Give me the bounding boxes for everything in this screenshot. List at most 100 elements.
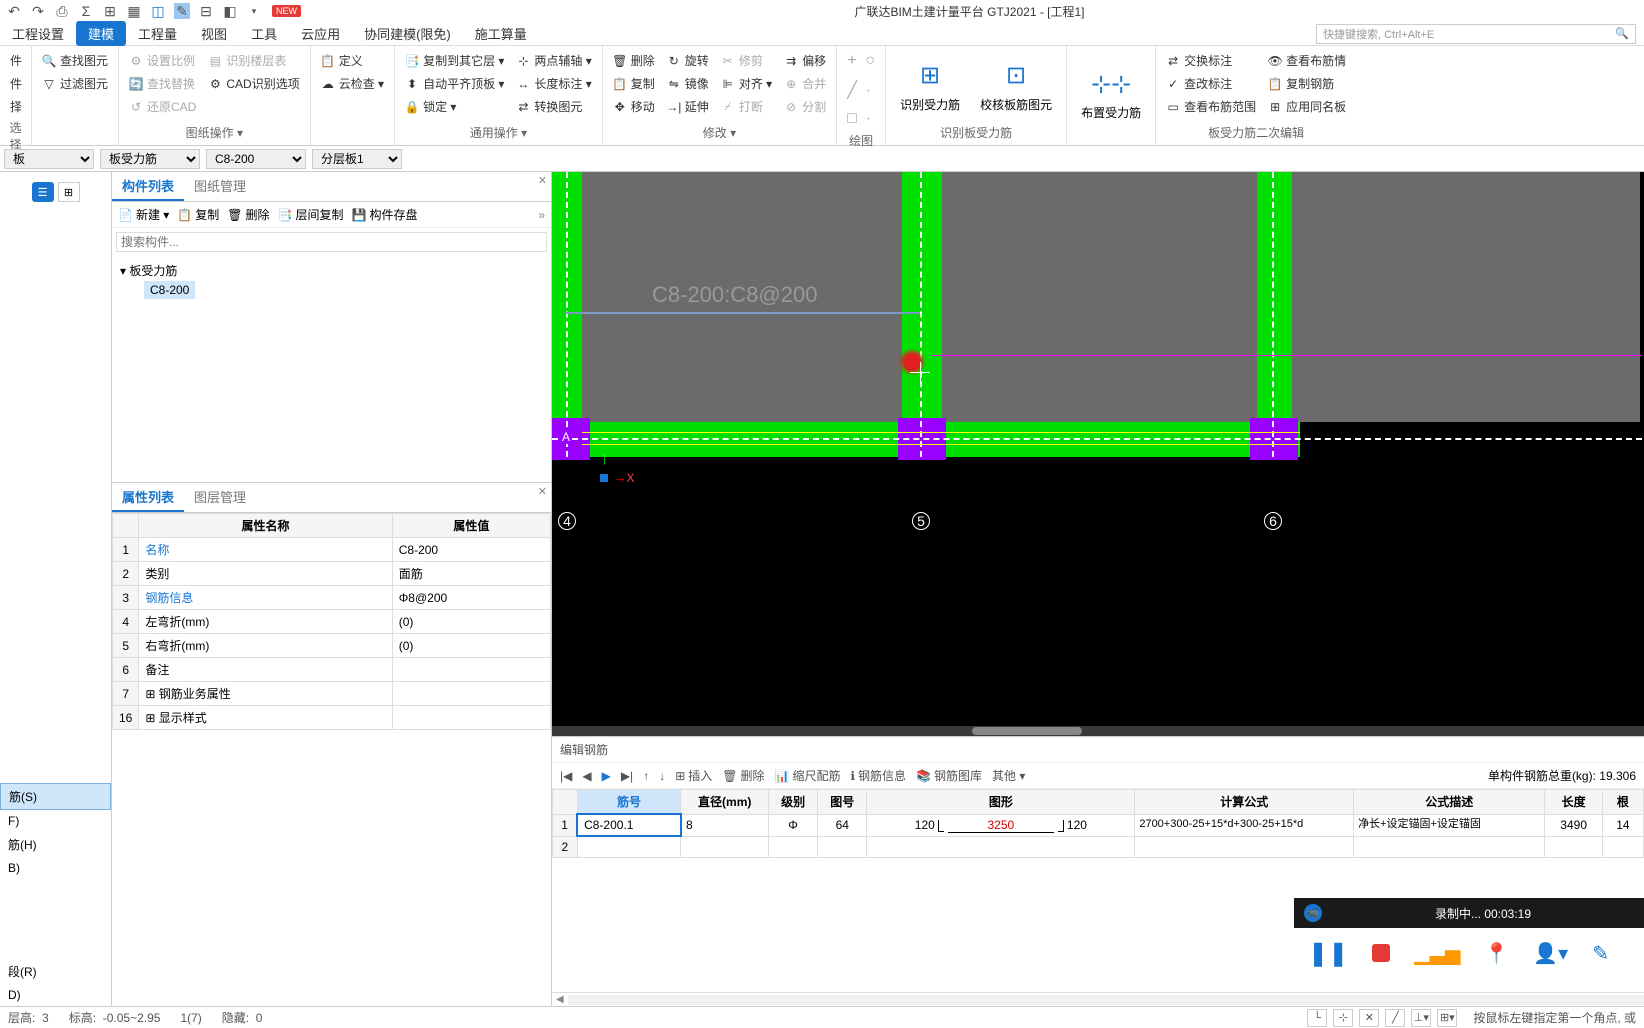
rebar-length[interactable]: 3490 xyxy=(1545,814,1602,836)
copy-rebar-button[interactable]: 📋复制钢筋 xyxy=(1264,73,1350,94)
prop-value[interactable]: Φ8@200 xyxy=(392,586,550,610)
prop-name[interactable]: ⊞ 钢筋业务属性 xyxy=(139,682,392,706)
rebar-grade[interactable]: Φ xyxy=(768,814,817,836)
cad-options-button[interactable]: ⚙CAD识别选项 xyxy=(204,73,303,94)
close-panel-icon[interactable]: ✕ xyxy=(538,485,547,498)
delete-button[interactable]: 🗑删除 xyxy=(227,206,269,223)
qat-dropdown-icon[interactable]: ▾ xyxy=(246,3,262,19)
last-button[interactable]: ▶| xyxy=(621,769,633,783)
prop-name[interactable]: 类别 xyxy=(139,562,392,586)
up-button[interactable]: ↑ xyxy=(643,769,649,783)
pause-button[interactable]: ❚❚ xyxy=(1308,939,1348,968)
define-button[interactable]: 📋定义 xyxy=(317,50,388,71)
merge-button[interactable]: ⊕合并 xyxy=(780,73,830,94)
align-button[interactable]: ⊫对齐 ▾ xyxy=(717,73,776,94)
delete-button[interactable]: 🗑删除 xyxy=(722,767,764,784)
left-nav-item[interactable]: 筋(S) xyxy=(0,783,111,810)
prop-value[interactable] xyxy=(392,706,550,730)
prop-value[interactable]: C8-200 xyxy=(392,538,550,562)
left-nav-item[interactable]: 段(R) xyxy=(0,959,111,984)
status-tool-button[interactable]: ╱ xyxy=(1385,1009,1405,1027)
ribbon-group-label[interactable]: 通用操作 ▾ xyxy=(401,122,596,141)
prop-value[interactable]: (0) xyxy=(392,610,550,634)
category-select[interactable]: 板 xyxy=(4,149,94,169)
offset-button[interactable]: ⇉偏移 xyxy=(780,50,830,71)
qat-icon[interactable]: ⊟ xyxy=(198,3,214,19)
rebar-row-empty[interactable]: 2 xyxy=(553,836,1644,857)
left-nav-item[interactable]: 筋(H) xyxy=(0,832,111,857)
left-nav-item[interactable]: D) xyxy=(0,984,111,1006)
mirror-button[interactable]: ⇋镜像 xyxy=(663,73,713,94)
ribbon-btn[interactable]: 择 xyxy=(6,96,26,117)
left-nav-item[interactable] xyxy=(0,879,111,959)
qat-icon[interactable]: ⎙ xyxy=(54,3,70,19)
break-button[interactable]: ⌿打断 xyxy=(717,96,776,117)
place-rebar-button[interactable]: ⊹⊹ 布置受力筋 xyxy=(1073,50,1149,139)
extend-button[interactable]: →|延伸 xyxy=(663,96,713,117)
draw-rect-button[interactable]: □ · xyxy=(843,108,879,130)
subcategory-select[interactable]: 板受力筋 xyxy=(100,149,200,169)
horizontal-scrollbar[interactable] xyxy=(552,726,1644,736)
tab-layers[interactable]: 图层管理 xyxy=(184,483,256,512)
delete-button[interactable]: 🗑删除 xyxy=(609,50,659,71)
qat-icon[interactable]: ▦ xyxy=(126,3,142,19)
menu-item[interactable]: 协同建模(限免) xyxy=(352,21,463,46)
view-range-button[interactable]: ▭查看布筋范围 xyxy=(1162,96,1260,117)
menu-item[interactable]: 云应用 xyxy=(289,21,352,46)
more-icon[interactable]: » xyxy=(538,208,545,222)
status-tool-button[interactable]: ⊥▾ xyxy=(1411,1009,1431,1027)
draw-line-button[interactable]: ╱ · xyxy=(843,78,879,102)
rebar-row[interactable]: 1 C8-200.1 8 Φ 64 120 3250 120 2700+300-… xyxy=(553,814,1644,836)
status-tool-button[interactable]: ⊞▾ xyxy=(1437,1009,1457,1027)
ribbon-btn[interactable]: 件 xyxy=(6,50,26,71)
save-component-button[interactable]: 💾构件存盘 xyxy=(352,206,418,223)
qat-icon[interactable]: ↶ xyxy=(6,3,22,19)
insert-button[interactable]: ⊞插入 xyxy=(675,767,712,784)
ribbon-group-label[interactable]: 修改 ▾ xyxy=(609,122,830,141)
filter-element-button[interactable]: ▽过滤图元 xyxy=(38,73,112,94)
prop-name[interactable]: 名称 xyxy=(139,538,392,562)
first-button[interactable]: |◀ xyxy=(560,769,572,783)
qat-icon[interactable]: ⊞ xyxy=(102,3,118,19)
qat-icon[interactable]: ✎ xyxy=(174,3,190,19)
qat-icon[interactable]: ↷ xyxy=(30,3,46,19)
auto-align-button[interactable]: ⬍自动平齐顶板 ▾ xyxy=(401,73,508,94)
marker-icon[interactable]: 📍 xyxy=(1484,941,1509,966)
tab-properties[interactable]: 属性列表 xyxy=(112,483,184,512)
other-button[interactable]: 其他 ▾ xyxy=(992,767,1025,784)
ribbon-group-label[interactable]: 图纸操作 ▾ xyxy=(125,122,304,141)
prop-value[interactable]: (0) xyxy=(392,634,550,658)
scroll-left-icon[interactable]: ◀ xyxy=(552,994,568,1005)
copy-button[interactable]: 📋复制 xyxy=(609,73,659,94)
find-element-button[interactable]: 🔍查找图元 xyxy=(38,50,112,71)
identify-floor-button[interactable]: ▤识别楼层表 xyxy=(204,50,303,71)
status-tool-button[interactable]: └ xyxy=(1307,1009,1327,1027)
prop-value[interactable] xyxy=(392,658,550,682)
view-rebar-button[interactable]: 👁查看布筋情 xyxy=(1264,50,1350,71)
apply-same-button[interactable]: ⊞应用同名板 xyxy=(1264,96,1350,117)
prop-name[interactable]: ⊞ 显示样式 xyxy=(139,706,392,730)
annotate-icon[interactable]: ✎ xyxy=(1592,941,1609,966)
left-view-grid-icon[interactable]: ⊞ xyxy=(58,182,80,202)
left-nav-item[interactable]: F) xyxy=(0,810,111,832)
component-select[interactable]: C8-200 xyxy=(206,149,306,169)
menu-item[interactable]: 工具 xyxy=(239,21,289,46)
prop-name[interactable]: 备注 xyxy=(139,658,392,682)
close-panel-icon[interactable]: ✕ xyxy=(538,174,547,187)
set-scale-button[interactable]: ⚙设置比例 xyxy=(125,50,200,71)
prop-name[interactable]: 右弯折(mm) xyxy=(139,634,392,658)
menu-item[interactable]: 工程设置 xyxy=(0,21,76,46)
split-button[interactable]: ⊘分割 xyxy=(780,96,830,117)
rebar-desc[interactable]: 净长+设定锚固+设定锚固 xyxy=(1354,814,1545,836)
stop-button[interactable] xyxy=(1372,944,1390,962)
rebar-diameter[interactable]: 8 xyxy=(681,814,768,836)
left-view-list-icon[interactable]: ☰ xyxy=(32,182,54,202)
rotate-button[interactable]: ↻旋转 xyxy=(663,50,713,71)
prop-name[interactable]: 钢筋信息 xyxy=(139,586,392,610)
length-dim-button[interactable]: ↔长度标注 ▾ xyxy=(512,73,595,94)
play-button[interactable]: ▶ xyxy=(602,769,611,783)
down-button[interactable]: ↓ xyxy=(659,769,665,783)
rebar-library-button[interactable]: 📚钢筋图库 xyxy=(916,767,982,784)
tab-drawing-mgmt[interactable]: 图纸管理 xyxy=(184,172,256,201)
prop-name[interactable]: 左弯折(mm) xyxy=(139,610,392,634)
